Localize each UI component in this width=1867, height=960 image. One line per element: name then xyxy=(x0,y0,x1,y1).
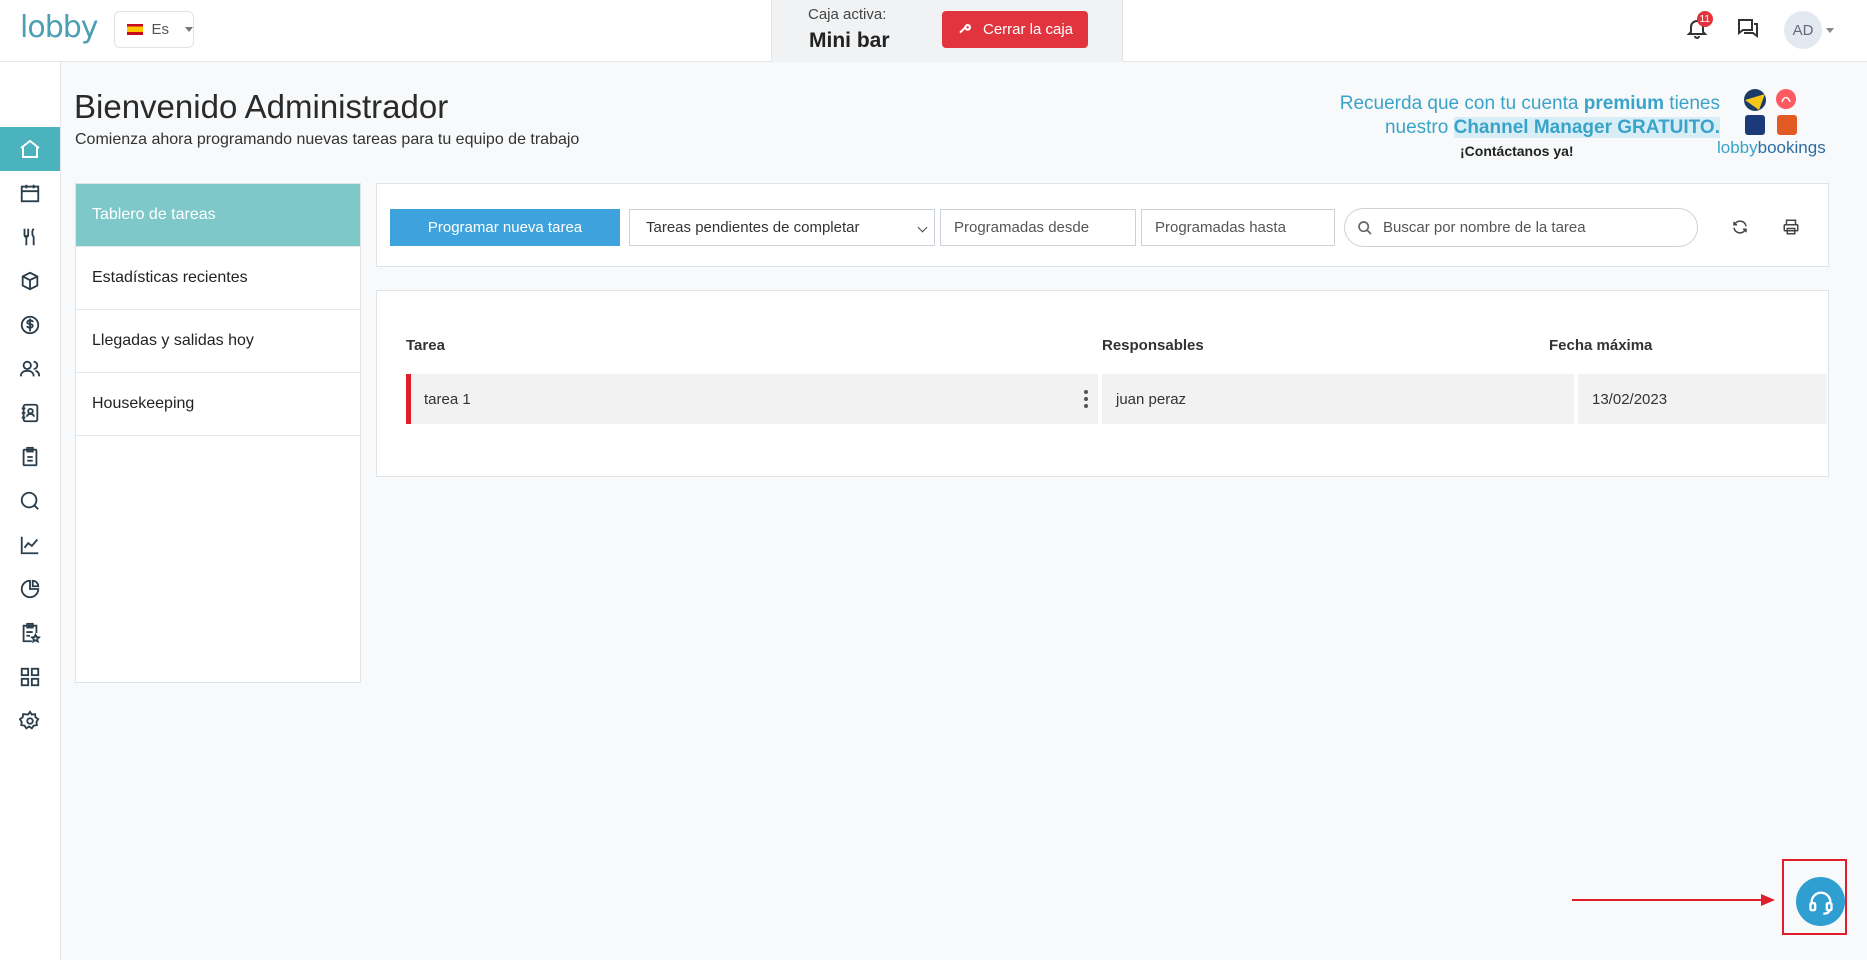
menu-item-recent-stats[interactable]: Estadísticas recientes xyxy=(76,247,360,310)
top-bar: lobby Es Caja activa: Mini bar Cerrar la… xyxy=(0,0,1867,62)
brand-lobby-text: lobby xyxy=(1717,138,1758,157)
annotation-arrow-line xyxy=(1572,899,1764,901)
task-status-selected: Tareas pendientes de completar xyxy=(646,219,860,236)
print-button[interactable] xyxy=(1778,214,1804,240)
due-date-cell: 13/02/2023 xyxy=(1578,374,1827,424)
close-register-label: Cerrar la caja xyxy=(982,21,1074,38)
scheduled-to-input[interactable] xyxy=(1141,209,1335,246)
sidebar-item-calendar[interactable] xyxy=(0,171,60,215)
sidebar-item-statistics[interactable] xyxy=(0,567,60,611)
sidebar-item-evaluations[interactable] xyxy=(0,611,60,655)
new-task-button[interactable]: Programar nueva tarea xyxy=(390,209,620,246)
scheduled-from-input[interactable] xyxy=(940,209,1136,246)
chevron-down-icon[interactable] xyxy=(1826,28,1834,33)
notifications-count-badge: 11 xyxy=(1696,11,1713,27)
active-register-name: Mini bar xyxy=(809,29,890,52)
more-options-icon[interactable] xyxy=(1084,390,1088,408)
promo-contact-link[interactable]: ¡Contáctanos ya! xyxy=(1460,143,1574,159)
language-selector[interactable]: Es xyxy=(114,11,194,48)
sidebar-item-home[interactable] xyxy=(0,127,60,171)
sidebar-item-settings[interactable] xyxy=(0,699,60,743)
notifications-button[interactable]: 11 xyxy=(1682,11,1713,43)
column-header-responsible: Responsables xyxy=(1102,337,1204,354)
responsible-cell: juan peraz xyxy=(1102,374,1574,424)
messages-button[interactable] xyxy=(1733,13,1763,43)
contacts-book-icon xyxy=(21,403,39,423)
app-logo[interactable]: lobby xyxy=(20,10,99,45)
refresh-icon xyxy=(1733,220,1747,234)
box-icon xyxy=(21,271,39,291)
sidebar-item-contacts[interactable] xyxy=(0,391,60,435)
promo-premium-text: premium xyxy=(1583,93,1665,114)
sidebar-item-restaurant[interactable] xyxy=(0,215,60,259)
task-search[interactable] xyxy=(1344,208,1698,247)
line-chart-icon xyxy=(20,536,39,555)
sidebar xyxy=(0,62,61,960)
printer-icon xyxy=(1783,219,1799,235)
chevron-down-icon xyxy=(185,27,193,32)
home-icon xyxy=(20,139,40,158)
page-subtitle: Comienza ahora programando nuevas tareas… xyxy=(75,131,580,148)
active-register-label: Caja activa: xyxy=(808,6,887,23)
settings-icon xyxy=(19,710,40,730)
promo-line1-suffix: tienes xyxy=(1664,93,1720,114)
column-header-task: Tarea xyxy=(406,337,445,354)
pie-chart-icon xyxy=(20,579,40,599)
sidebar-item-search[interactable] xyxy=(0,479,60,523)
page-title: Bienvenido Administrador xyxy=(74,88,449,125)
lobbybookings-brand-text: lobbybookings xyxy=(1717,138,1826,158)
refresh-button[interactable] xyxy=(1727,214,1753,240)
chat-icon xyxy=(1738,19,1758,38)
column-header-due-date: Fecha máxima xyxy=(1549,337,1653,354)
task-status-select[interactable]: Tareas pendientes de completar xyxy=(629,209,935,246)
active-register-panel: Caja activa: Mini bar Cerrar la caja xyxy=(771,0,1123,62)
promo-channel-manager-text: Channel Manager GRATUITO. xyxy=(1453,117,1720,138)
clipboard-icon xyxy=(22,446,38,467)
menu-item-housekeeping[interactable]: Housekeeping xyxy=(76,373,360,436)
promo-line2-prefix: nuestro xyxy=(1384,117,1454,138)
spain-flag-icon xyxy=(127,24,144,35)
task-cell[interactable]: tarea 1 xyxy=(406,374,1098,424)
task-search-input[interactable] xyxy=(1383,209,1683,246)
headset-icon xyxy=(1808,891,1833,915)
search-icon xyxy=(20,491,39,510)
chevron-down-icon xyxy=(917,222,928,233)
user-avatar[interactable]: AD xyxy=(1784,11,1822,49)
tasks-table: Tarea Responsables Fecha máxima tarea 1 … xyxy=(376,290,1829,477)
sidebar-item-users[interactable] xyxy=(0,347,60,391)
close-register-button[interactable]: Cerrar la caja xyxy=(942,11,1088,48)
grid-icon xyxy=(20,667,40,687)
language-code: Es xyxy=(151,21,169,38)
calendar-icon xyxy=(20,184,40,203)
task-toolbar: Programar nueva tarea Tareas pendientes … xyxy=(376,183,1829,267)
sidebar-item-tasks[interactable] xyxy=(0,435,60,479)
menu-item-arrivals-departures[interactable]: Llegadas y salidas hoy xyxy=(76,310,360,373)
sidebar-item-modules[interactable] xyxy=(0,655,60,699)
sidebar-item-inventory[interactable] xyxy=(0,259,60,303)
restaurant-icon xyxy=(23,228,35,246)
support-chat-button[interactable] xyxy=(1796,877,1845,926)
key-icon xyxy=(959,23,971,33)
users-icon xyxy=(19,360,41,377)
clipboard-star-icon xyxy=(22,622,41,644)
menu-item-task-board[interactable]: Tablero de tareas xyxy=(76,184,360,247)
dashboard-menu: Tablero de tareas Estadísticas recientes… xyxy=(75,183,361,683)
table-row[interactable]: tarea 1 juan peraz 13/02/2023 xyxy=(406,374,1827,424)
brand-bookings-text: bookings xyxy=(1757,138,1826,157)
dollar-icon xyxy=(20,315,40,335)
promo-line1-prefix: Recuerda que con tu cuenta xyxy=(1339,93,1584,114)
promo-banner[interactable]: Recuerda que con tu cuenta premium tiene… xyxy=(1290,92,1720,140)
search-icon xyxy=(1358,221,1372,235)
sidebar-item-reports[interactable] xyxy=(0,523,60,567)
priority-indicator xyxy=(406,374,411,424)
annotation-arrow-head xyxy=(1761,894,1775,906)
sidebar-item-finance[interactable] xyxy=(0,303,60,347)
task-name: tarea 1 xyxy=(424,390,471,408)
